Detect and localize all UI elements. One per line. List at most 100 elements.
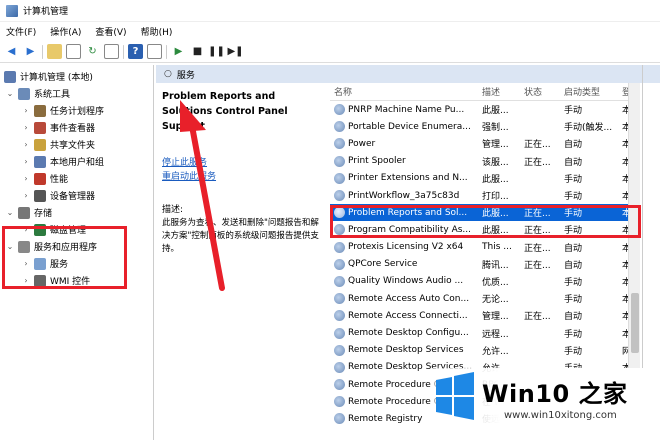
service-description: 管理... — [482, 140, 509, 151]
tree-item[interactable]: › 任务计划程序 — [0, 102, 153, 119]
gear-icon — [334, 155, 345, 167]
chevron-down-icon[interactable]: ⌄ — [6, 89, 14, 98]
column-description[interactable]: 描述 — [478, 85, 520, 98]
computer-icon — [4, 70, 16, 83]
tree-item[interactable]: › 共享文件夹 — [0, 136, 153, 153]
pause-icon[interactable]: ❚❚ — [208, 44, 225, 59]
gear-icon — [334, 379, 345, 391]
menu-view[interactable]: 查看(V) — [95, 25, 126, 38]
service-row[interactable]: Quality Windows Audio ... 优质... 手动本 — [330, 273, 630, 290]
chevron-right-icon[interactable]: › — [22, 191, 30, 200]
scrollbar-thumb[interactable] — [631, 293, 639, 353]
tree-item-label: 设备管理器 — [50, 192, 96, 202]
tree-item[interactable]: › 事件查看器 — [0, 119, 153, 136]
highlight-box-row — [330, 205, 641, 238]
gear-icon — [334, 138, 345, 150]
export-icon[interactable] — [104, 44, 119, 59]
forward-icon[interactable]: ▶ — [23, 44, 38, 59]
tree-item-icon — [34, 138, 46, 151]
service-row[interactable]: Power 管理... 正在... 自动本 — [330, 135, 630, 152]
services-header: ○ 服务 — [156, 65, 642, 83]
service-row[interactable]: Remote Access Auto Con... 无论... 手动本 — [330, 290, 630, 307]
service-description: 远程... — [482, 329, 509, 340]
service-row[interactable]: Printer Extensions and N... 此服... 手动本 — [330, 170, 630, 187]
service-status: 正在... — [524, 140, 551, 151]
refresh-icon[interactable]: ↻ — [85, 44, 100, 59]
tree-item-icon — [34, 121, 46, 134]
tree-item-label: 性能 — [50, 175, 69, 185]
search-icon: ○ — [164, 69, 172, 79]
service-row[interactable]: Protexis Licensing V2 x64 This ... 正在... 自动… — [330, 239, 630, 256]
toolbar-separator — [42, 44, 43, 59]
service-name-cell: Protexis Licensing V2 x64 — [330, 241, 478, 253]
tree-item[interactable]: › 本地用户和组 — [0, 153, 153, 170]
service-description: 打印... — [482, 192, 509, 203]
service-name: Quality Windows Audio ... — [348, 276, 464, 287]
gear-icon — [334, 310, 345, 322]
service-name-cell: Power — [330, 138, 478, 150]
gear-icon — [334, 172, 345, 184]
service-name: Remote Desktop Configu... — [348, 328, 469, 339]
service-row[interactable]: Portable Device Enumera... 强制... 手动(触发... 本 — [330, 118, 630, 135]
service-startup-type: 手动 — [564, 346, 583, 357]
chevron-right-icon[interactable]: › — [22, 123, 30, 132]
service-description: 优质... — [482, 277, 509, 288]
help-icon[interactable]: ? — [128, 44, 143, 59]
service-row[interactable]: PNRP Machine Name Pu... 此服... 手动本 — [330, 101, 630, 118]
service-description: 强制... — [482, 123, 509, 134]
service-status: 正在... — [524, 260, 551, 271]
restart-icon[interactable]: ▶❚ — [227, 44, 243, 59]
service-row[interactable]: Print Spooler 该服... 正在... 自动本 — [330, 153, 630, 170]
chevron-down-icon[interactable]: ⌄ — [6, 208, 14, 217]
menu-action[interactable]: 操作(A) — [50, 25, 81, 38]
play-icon[interactable]: ▶ — [171, 44, 186, 59]
service-startup-type: 自动 — [564, 157, 583, 168]
gear-icon — [334, 104, 345, 116]
tree-item[interactable]: ⌄ 存储 — [0, 204, 153, 221]
gear-icon — [334, 121, 345, 133]
service-status: 正在... — [524, 312, 551, 323]
up-folder-icon[interactable] — [47, 44, 62, 59]
service-name: PNRP Machine Name Pu... — [348, 104, 465, 115]
service-row[interactable]: Remote Access Connecti... 管理... 正在... 自动本 — [330, 307, 630, 324]
chevron-right-icon[interactable]: › — [22, 140, 30, 149]
tree-item[interactable]: ⌄ 系统工具 — [0, 85, 153, 102]
service-startup-type: 手动 — [564, 174, 583, 185]
service-name-cell: Remote Desktop Services — [330, 344, 478, 356]
back-icon[interactable]: ◀ — [4, 44, 19, 59]
service-startup-type: 手动(触发... — [564, 123, 613, 134]
service-row[interactable]: QPCore Service 腾讯... 正在... 自动本 — [330, 256, 630, 273]
service-name-cell: Quality Windows Audio ... — [330, 275, 478, 287]
gear-icon — [334, 258, 345, 270]
toolbar-separator — [123, 44, 124, 59]
service-startup-type: 手动 — [564, 106, 583, 117]
service-description: 该服... — [482, 157, 509, 168]
service-description: 允许... — [482, 346, 509, 357]
service-description: 无论... — [482, 295, 509, 306]
stop-icon[interactable]: ■ — [190, 44, 205, 59]
tree-item[interactable]: › 性能 — [0, 170, 153, 187]
service-name-cell: PrintWorkflow_3a75c83d — [330, 190, 478, 202]
tree-root[interactable]: 计算机管理 (本地) — [0, 68, 153, 85]
service-name: Remote Access Auto Con... — [348, 293, 470, 304]
column-name[interactable]: 名称 — [330, 85, 478, 98]
chevron-right-icon[interactable]: › — [22, 174, 30, 183]
gear-icon — [334, 344, 345, 356]
windows-logo-icon — [436, 372, 474, 420]
chevron-right-icon[interactable]: › — [22, 106, 30, 115]
console-icon[interactable] — [147, 44, 162, 59]
menu-file[interactable]: 文件(F) — [6, 25, 36, 38]
service-name: QPCore Service — [348, 259, 418, 270]
gear-icon — [334, 190, 345, 202]
service-row[interactable]: Remote Desktop Services 允许... 手动网 — [330, 342, 630, 359]
service-row[interactable]: PrintWorkflow_3a75c83d 打印... 手动本 — [330, 187, 630, 204]
menu-help[interactable]: 帮助(H) — [141, 25, 173, 38]
service-row[interactable]: Remote Desktop Configu... 远程... 手动本 — [330, 324, 630, 341]
properties-icon[interactable] — [66, 44, 81, 59]
column-status[interactable]: 状态 — [520, 85, 560, 98]
column-startup-type[interactable]: 启动类型 — [560, 85, 618, 98]
tree-item[interactable]: › 设备管理器 — [0, 187, 153, 204]
gear-icon — [334, 413, 345, 425]
service-name-cell: Remote Desktop Configu... — [330, 327, 478, 339]
chevron-right-icon[interactable]: › — [22, 157, 30, 166]
